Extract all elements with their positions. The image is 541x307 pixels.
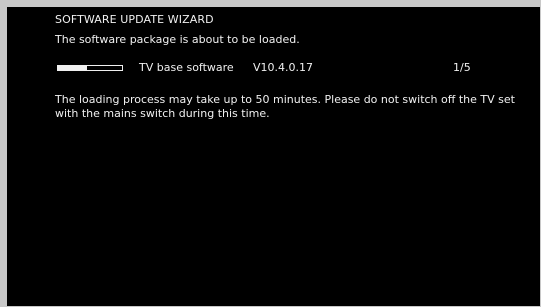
tv-frame: SOFTWARE UPDATE WIZARD The software pack… [0, 0, 541, 307]
package-row: TV base software V10.4.0.17 1/5 [55, 61, 495, 75]
package-version: V10.4.0.17 [253, 61, 314, 74]
wizard-title: SOFTWARE UPDATE WIZARD [55, 13, 214, 26]
package-counter: 1/5 [453, 61, 471, 74]
update-screen: SOFTWARE UPDATE WIZARD The software pack… [7, 7, 540, 306]
info-text: The loading process may take up to 50 mi… [55, 93, 515, 120]
package-name: TV base software [139, 61, 234, 74]
wizard-subtitle: The software package is about to be load… [55, 33, 300, 46]
package-progress-bar [57, 65, 123, 71]
package-progress-fill [58, 66, 87, 70]
